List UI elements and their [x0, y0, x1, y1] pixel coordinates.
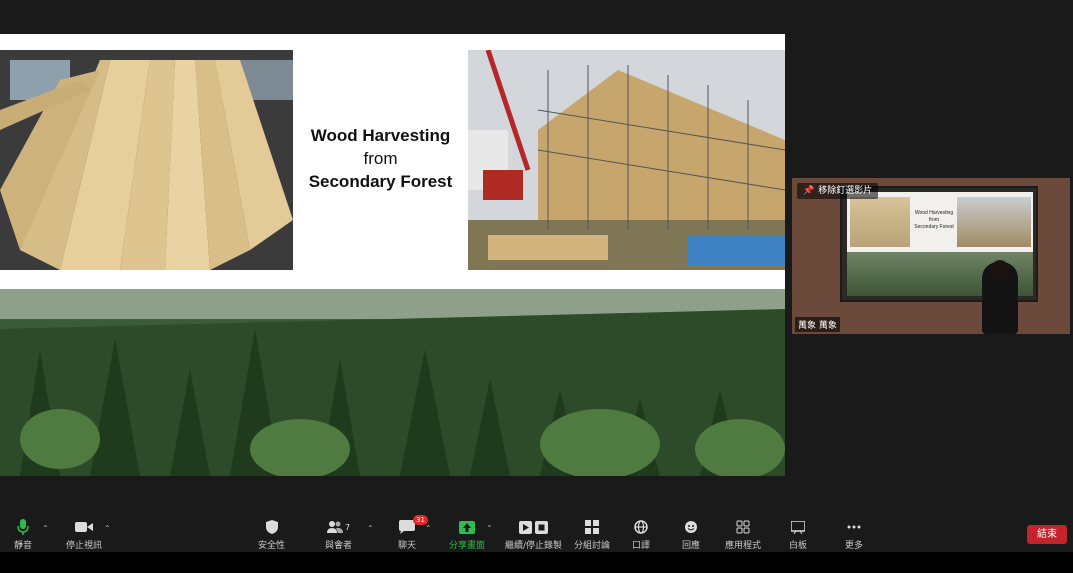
slide-title-line2: from	[363, 149, 398, 168]
participants-icon: 7	[326, 518, 351, 536]
more-dots-icon	[847, 518, 861, 536]
video-camera-icon	[75, 518, 93, 536]
whiteboard-label: 白板	[789, 541, 808, 551]
share-screen-button[interactable]: 分享畫面	[449, 518, 485, 552]
apps-label: 應用程式	[725, 541, 762, 551]
projected-slide: Wood Harvesting from Secondary Forest	[847, 192, 1033, 252]
slide-title-line1: Wood Harvesting	[310, 126, 451, 145]
interpretation-label: 口譯	[632, 541, 651, 551]
record-controls-icon	[518, 518, 549, 536]
speaker-head	[991, 260, 1009, 280]
whiteboard-button[interactable]: 白板	[789, 518, 807, 552]
chat-button[interactable]: 31 聊天	[398, 515, 428, 552]
stop-video-button[interactable]: 停止視訊	[66, 518, 102, 552]
apps-button[interactable]: 應用程式	[725, 518, 761, 552]
participant-video[interactable]: Wood Harvesting from Secondary Forest 📌 …	[792, 178, 1070, 334]
share-screen-icon	[459, 518, 475, 536]
breakout-rooms-icon	[585, 518, 599, 536]
chat-icon: 31	[399, 515, 428, 536]
chat-options-chevron-icon[interactable]: ⌃	[425, 524, 432, 533]
whiteboard-icon	[791, 518, 805, 536]
breakout-rooms-label: 分組討論	[574, 541, 611, 551]
record-label: 繼續/停止錄製	[505, 541, 563, 551]
speaker-silhouette	[982, 260, 1018, 334]
security-label: 安全性	[258, 541, 286, 551]
smiley-icon	[684, 518, 698, 536]
pin-icon: 📌	[803, 186, 815, 196]
participant-name: 萬象 萬象	[795, 317, 840, 332]
projected-title-line2: from	[929, 217, 939, 223]
unpin-video-button[interactable]: 📌 移除釘選影片	[797, 183, 879, 199]
reactions-button[interactable]: 回應	[682, 518, 700, 552]
interpretation-button[interactable]: 口譯	[632, 518, 650, 552]
share-options-chevron-icon[interactable]: ⌃	[486, 524, 493, 533]
meeting-toolbar: 靜音 ⌃ 停止視訊 ⌃ 安全性 7 與會者 ⌃ 31 聊天 ⌃ 分享畫面 ⌃ 繼…	[0, 512, 1073, 552]
projected-lumber-photo	[850, 197, 910, 247]
mute-button[interactable]: 靜音	[14, 518, 32, 552]
record-button[interactable]: 繼續/停止錄製	[505, 518, 562, 552]
globe-icon	[634, 518, 648, 536]
stop-video-label: 停止視訊	[66, 541, 103, 551]
slide-header-area: Wood Harvesting from Secondary Forest	[0, 34, 785, 289]
bottom-strip	[0, 552, 1073, 573]
unpin-video-label: 移除釘選影片	[818, 186, 873, 196]
participants-count: 7	[344, 522, 351, 532]
microphone-icon	[17, 518, 29, 536]
shield-icon	[265, 518, 278, 536]
slide-title: Wood Harvesting from Secondary Forest	[293, 124, 468, 193]
projected-title: Wood Harvesting from Secondary Forest	[912, 210, 956, 231]
mute-label: 靜音	[14, 541, 33, 551]
video-options-chevron-icon[interactable]: ⌃	[104, 524, 111, 533]
more-label: 更多	[845, 541, 864, 551]
projected-title-line3: Secondary Forest	[914, 224, 954, 230]
construction-photo	[468, 50, 785, 270]
apps-icon	[736, 518, 750, 536]
breakout-rooms-button[interactable]: 分組討論	[574, 518, 610, 552]
projected-construction-photo	[957, 197, 1031, 247]
forest-photo	[0, 289, 785, 476]
participants-options-chevron-icon[interactable]: ⌃	[367, 524, 374, 533]
participants-label: 與會者	[325, 541, 353, 551]
end-meeting-button[interactable]: 結束	[1027, 525, 1067, 544]
projected-title-line1: Wood Harvesting	[914, 210, 954, 216]
shared-screen: Wood Harvesting from Secondary Forest	[0, 34, 785, 476]
reactions-label: 回應	[682, 541, 701, 551]
lumber-planks-photo	[0, 50, 293, 270]
share-screen-label: 分享畫面	[449, 541, 486, 551]
chat-label: 聊天	[398, 541, 417, 551]
security-button[interactable]: 安全性	[258, 518, 285, 552]
participants-button[interactable]: 7 與會者	[325, 518, 352, 552]
mute-options-chevron-icon[interactable]: ⌃	[42, 524, 49, 533]
slide-title-line3: Secondary Forest	[308, 172, 453, 191]
more-button[interactable]: 更多	[845, 518, 863, 552]
